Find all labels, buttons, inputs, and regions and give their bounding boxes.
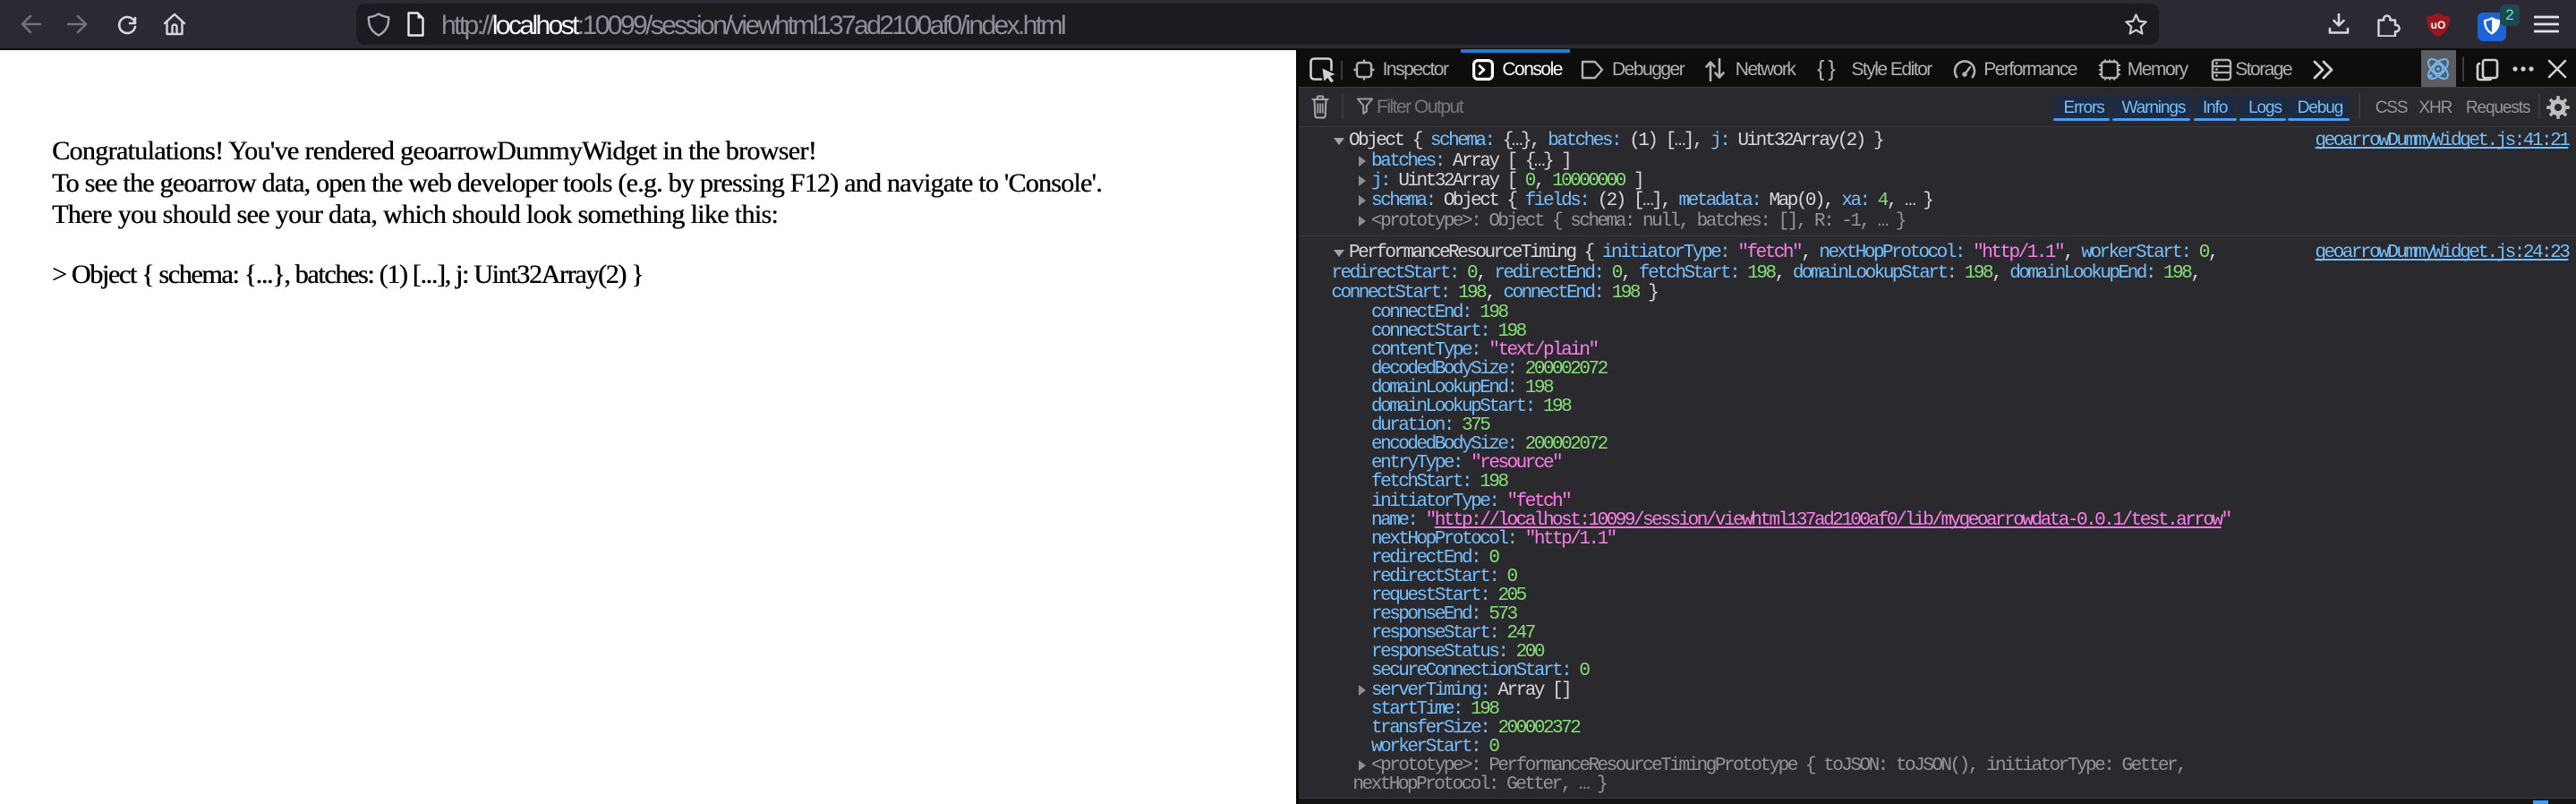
svg-text:uO: uO: [2431, 19, 2446, 31]
